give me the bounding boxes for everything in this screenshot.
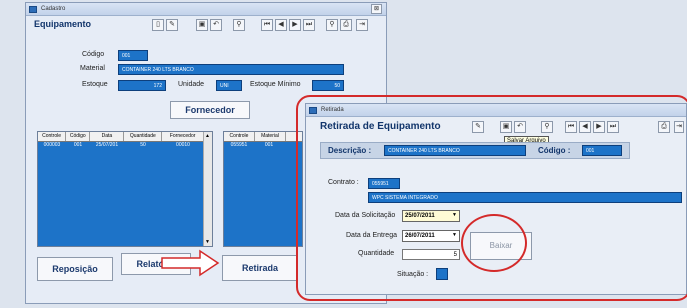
undo-icon[interactable]: ↶ bbox=[210, 19, 222, 31]
grid-header: Controle Material bbox=[224, 132, 302, 142]
highlight-baixar-circle bbox=[461, 214, 527, 272]
retirada-grid[interactable]: Controle Material 055951 001 bbox=[223, 131, 303, 247]
grid-scrollbar[interactable]: ▲ ▼ bbox=[203, 132, 212, 246]
grid-column-header[interactable]: Código bbox=[66, 132, 91, 141]
reposicao-button[interactable]: Reposição bbox=[37, 257, 113, 281]
estoque-label: Estoque bbox=[82, 81, 108, 88]
unidade-label: Unidade bbox=[178, 81, 205, 88]
codigo-field[interactable]: 001 bbox=[118, 50, 148, 61]
previous-record-icon[interactable]: ◀ bbox=[275, 19, 287, 31]
page-title: Equipamento bbox=[34, 19, 92, 29]
grid-cell: 001 bbox=[264, 142, 274, 148]
arrow-annotation-icon bbox=[161, 249, 220, 277]
estoque-field[interactable]: 172 bbox=[118, 80, 166, 91]
grid-cell: 00010 bbox=[176, 142, 190, 148]
window-title: Cadastro bbox=[41, 6, 66, 12]
last-record-icon[interactable]: ⏭ bbox=[303, 19, 315, 31]
retirada-button[interactable]: Retirada bbox=[222, 255, 298, 281]
next-record-icon[interactable]: ▶ bbox=[289, 19, 301, 31]
estoque-minimo-label: Estoque Mínimo bbox=[250, 81, 301, 88]
search-icon[interactable]: ⚲ bbox=[233, 19, 245, 31]
grid-column-header[interactable]: Controle bbox=[38, 132, 67, 141]
material-label: Material bbox=[80, 65, 105, 72]
close-icon[interactable]: ⊠ bbox=[371, 4, 382, 14]
grid-column-header[interactable]: Quantidade bbox=[124, 132, 163, 141]
scroll-up-icon[interactable]: ▲ bbox=[205, 133, 210, 139]
window-icon bbox=[29, 6, 37, 13]
fornecedor-button[interactable]: Fornecedor bbox=[170, 101, 250, 119]
cadastro-titlebar: Cadastro ⊠ bbox=[26, 3, 386, 16]
first-record-icon[interactable]: ⏮ bbox=[261, 19, 273, 31]
grid-column-header[interactable]: Material bbox=[255, 132, 286, 141]
table-row[interactable]: 000003 001 25/07/201 50 00010 bbox=[38, 142, 212, 149]
search-records-icon[interactable]: ⚲ bbox=[326, 19, 338, 31]
grid-cell: 001 bbox=[73, 142, 83, 148]
estoque-minimo-field[interactable]: 50 bbox=[312, 80, 344, 91]
print-icon[interactable]: ⎙ bbox=[340, 19, 352, 31]
codigo-label: Código bbox=[82, 51, 105, 58]
material-field[interactable]: CONTAINER 240 LTS BRANCO bbox=[118, 64, 344, 75]
grid-cell: 000003 bbox=[43, 142, 61, 148]
reposicao-grid[interactable]: Controle Código Data Quantidade Forneced… bbox=[37, 131, 213, 247]
table-row[interactable]: 055951 001 bbox=[224, 142, 302, 149]
grid-column-header[interactable]: Fornecedor bbox=[162, 132, 204, 141]
grid-column-header[interactable]: Data bbox=[90, 132, 125, 141]
grid-cell: 055951 bbox=[230, 142, 248, 148]
scroll-down-icon[interactable]: ▼ bbox=[205, 239, 210, 245]
grid-cell: 25/07/201 bbox=[95, 142, 119, 148]
edit-icon[interactable]: ✎ bbox=[166, 19, 178, 31]
unidade-field[interactable]: UNI bbox=[216, 80, 242, 91]
grid-cell: 50 bbox=[140, 142, 146, 148]
save-icon[interactable]: ▣ bbox=[196, 19, 208, 31]
grid-header: Controle Código Data Quantidade Forneced… bbox=[38, 132, 204, 142]
exit-icon[interactable]: ⇥ bbox=[356, 19, 368, 31]
grid-column-header[interactable]: Controle bbox=[224, 132, 255, 141]
new-record-icon[interactable]: ▯ bbox=[152, 19, 164, 31]
